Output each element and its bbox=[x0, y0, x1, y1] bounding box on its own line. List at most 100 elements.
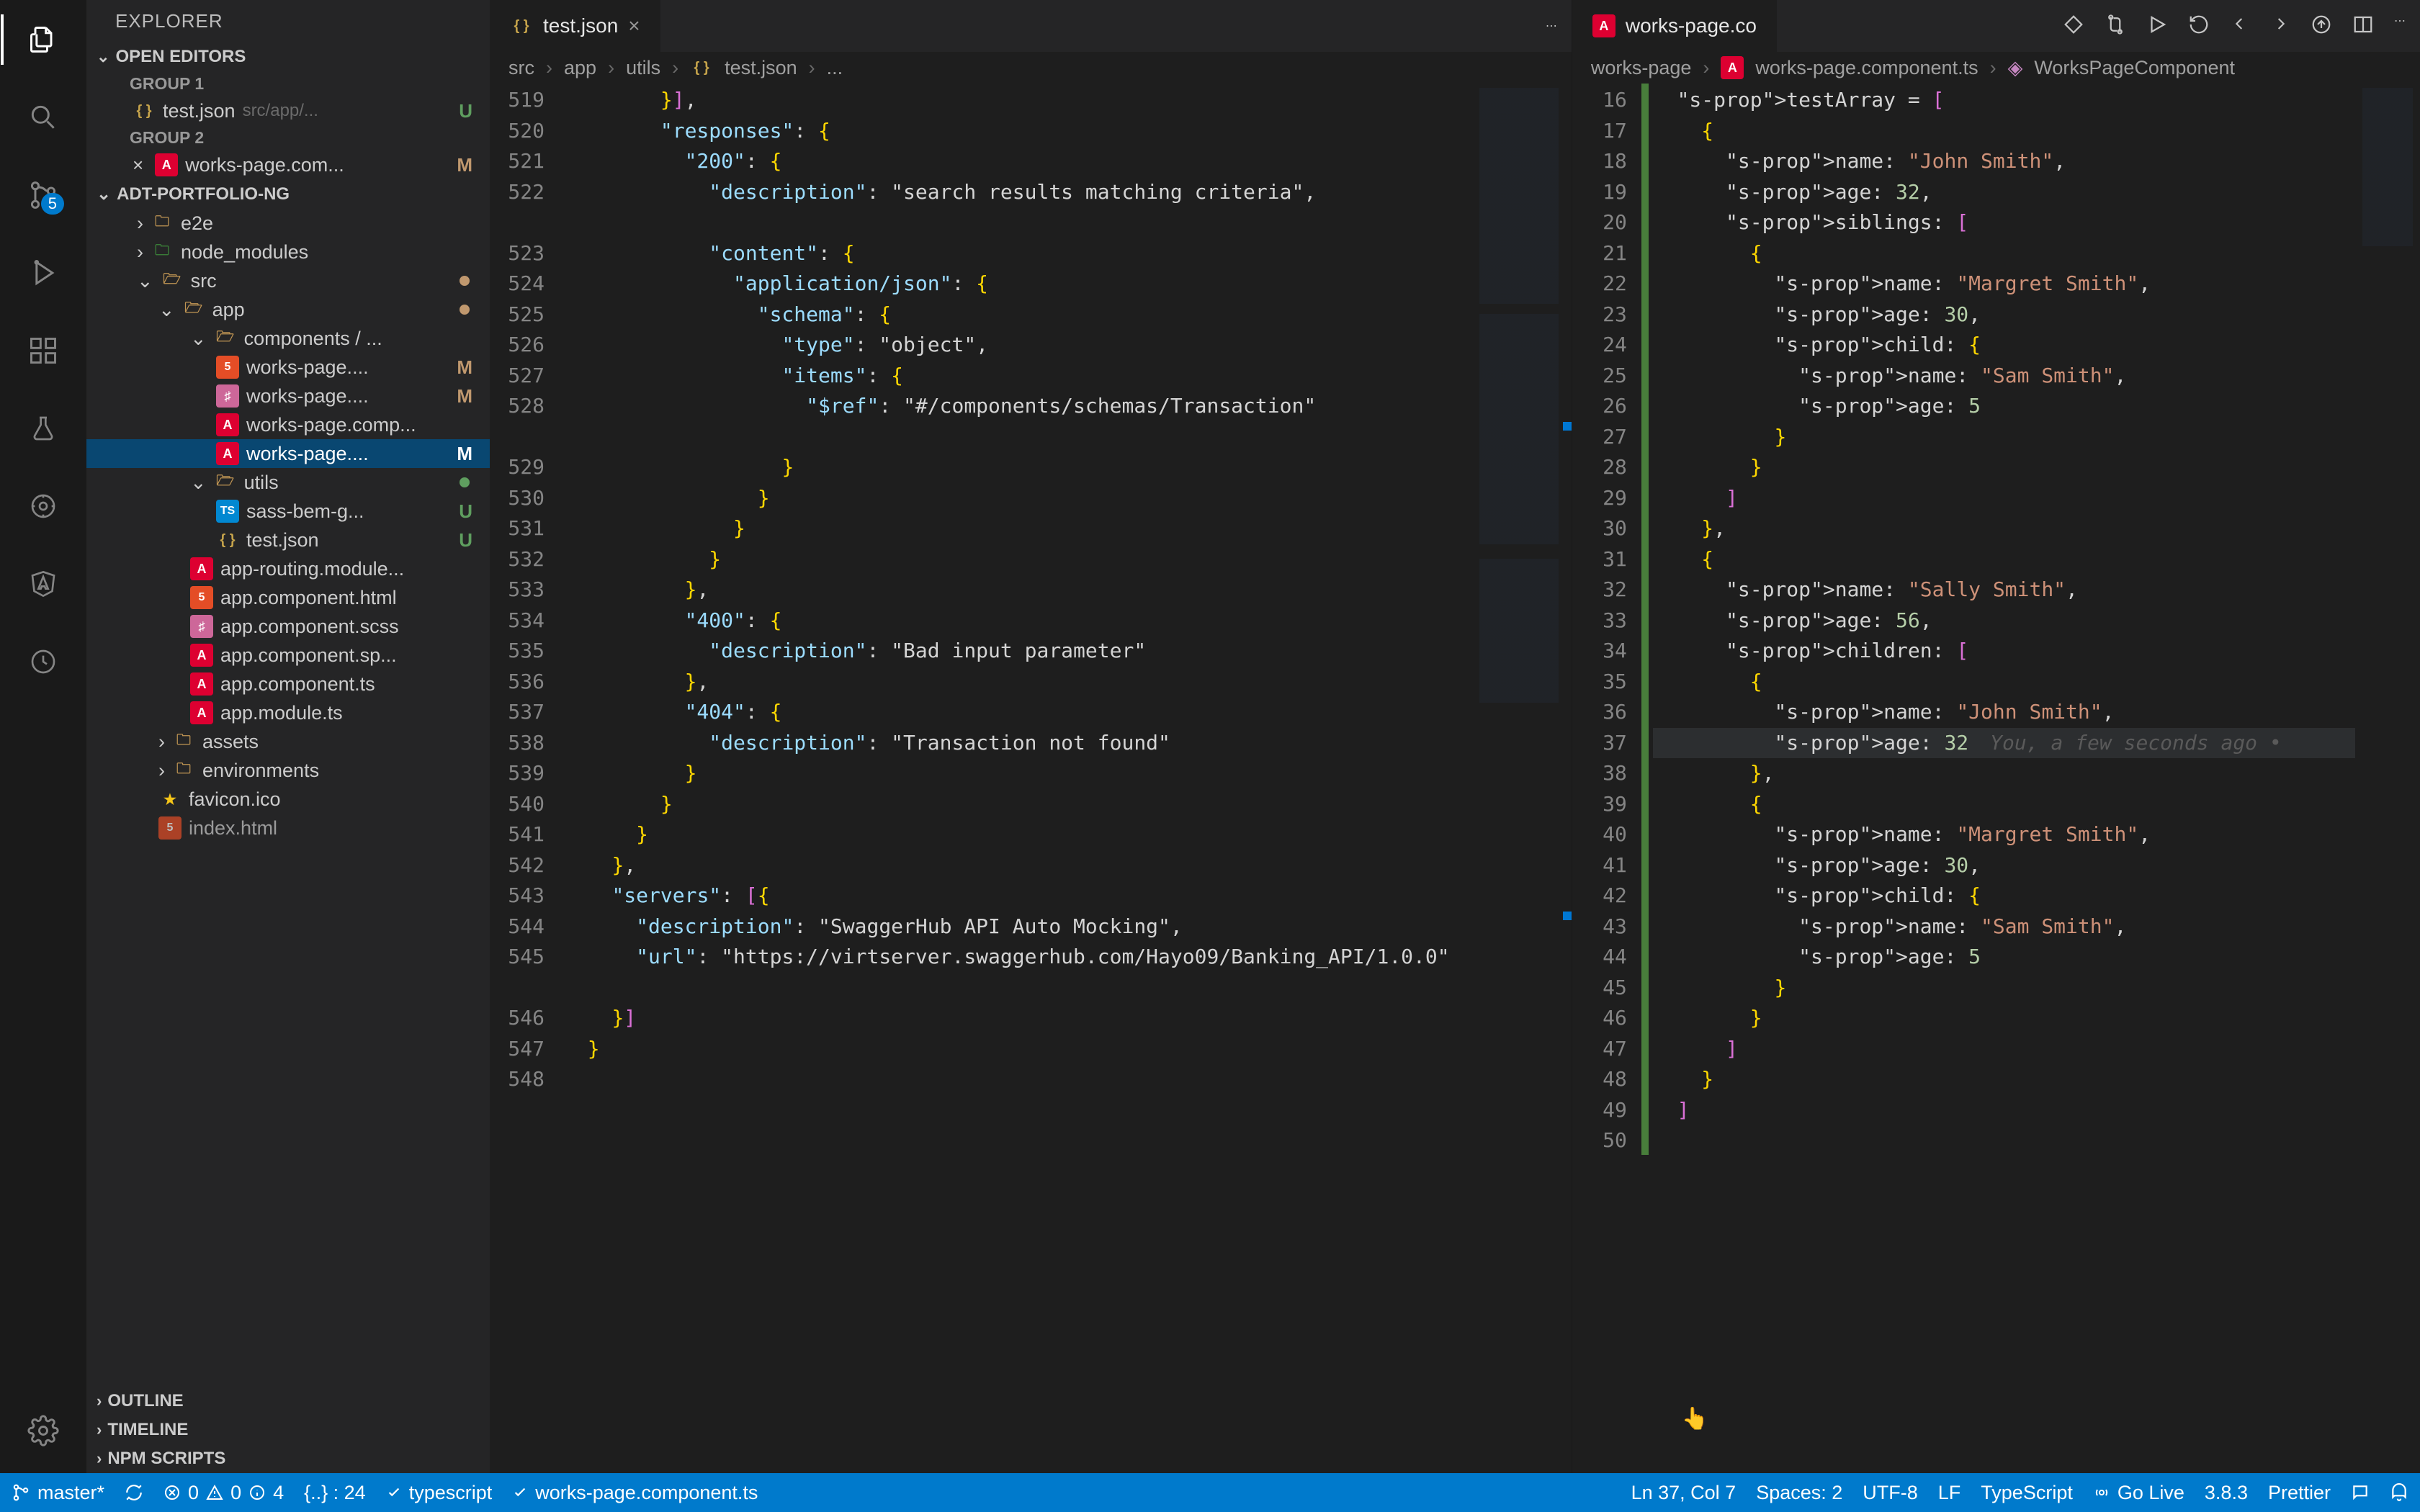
angular-icon[interactable] bbox=[18, 559, 68, 609]
git-compare-icon[interactable] bbox=[2105, 14, 2126, 39]
tree-folder-assets[interactable]: › 🗀 assets bbox=[86, 727, 490, 756]
open-editors-header[interactable]: ⌄ OPEN EDITORS bbox=[86, 42, 490, 71]
chevron-down-icon: ⌄ bbox=[97, 184, 111, 204]
tree-file[interactable]: A works-page.comp... bbox=[86, 410, 490, 439]
arrow-up-icon[interactable] bbox=[2311, 14, 2332, 39]
project-header[interactable]: ⌄ ADT-PORTFOLIO-NG bbox=[86, 179, 490, 209]
minimap-right[interactable] bbox=[2355, 84, 2420, 1473]
run-icon[interactable] bbox=[2146, 14, 2168, 39]
cursor-position[interactable]: Ln 37, Col 7 bbox=[1631, 1482, 1736, 1504]
tree-file[interactable]: 5 app.component.html bbox=[86, 583, 490, 612]
folder-icon: 🗀 bbox=[172, 730, 195, 753]
eol-status[interactable]: LF bbox=[1938, 1482, 1961, 1504]
branch-status[interactable]: master* bbox=[12, 1482, 104, 1504]
tree-file[interactable]: { } test.json U bbox=[86, 526, 490, 554]
open-editor-item[interactable]: { } test.json src/app/... U bbox=[86, 96, 490, 125]
chevron-down-icon: ⌄ bbox=[158, 299, 175, 321]
compare-icon[interactable] bbox=[2063, 14, 2084, 39]
npm-scripts-header[interactable]: › NPM SCRIPTS bbox=[86, 1444, 490, 1473]
file-status[interactable]: works-page.component.ts bbox=[512, 1482, 758, 1504]
tree-folder-utils[interactable]: ⌄ 🗁 utils bbox=[86, 468, 490, 497]
editor-pane-right: A works-page.co bbox=[1572, 0, 2420, 1473]
revert-icon[interactable] bbox=[2188, 14, 2210, 39]
chevron-down-icon: ⌄ bbox=[97, 48, 109, 66]
version-status[interactable]: 3.8.3 bbox=[2205, 1482, 2248, 1504]
chevron-right-icon: › bbox=[137, 241, 143, 264]
angular-file-icon: A bbox=[216, 413, 239, 436]
tree-file[interactable]: ♯ works-page.... M bbox=[86, 382, 490, 410]
tree-folder-e2e[interactable]: › 🗀 e2e bbox=[86, 209, 490, 238]
go-live-status[interactable]: Go Live bbox=[2093, 1482, 2184, 1504]
close-icon[interactable]: × bbox=[628, 14, 640, 37]
tree-file-selected[interactable]: A works-page.... M bbox=[86, 439, 490, 468]
settings-icon[interactable] bbox=[18, 1405, 68, 1456]
breadcrumb-left[interactable]: src› app› utils› { } test.json› ... bbox=[490, 52, 1572, 84]
tree-folder-app[interactable]: ⌄ 🗁 app bbox=[86, 295, 490, 324]
group-1-label: GROUP 1 bbox=[86, 71, 490, 96]
chevron-right-icon: › bbox=[158, 731, 165, 753]
tree-file[interactable]: A app-routing.module... bbox=[86, 554, 490, 583]
breadcrumb-right[interactable]: works-page› A works-page.component.ts› ◈… bbox=[1572, 52, 2420, 84]
split-editor-icon[interactable] bbox=[2352, 14, 2374, 39]
sync-status[interactable] bbox=[125, 1483, 143, 1502]
tree-folder-node-modules[interactable]: › 🗀 node_modules bbox=[86, 238, 490, 266]
problems-status[interactable]: 0 0 4 bbox=[163, 1482, 284, 1504]
more-icon[interactable]: ⋯ bbox=[2394, 14, 2406, 39]
language-status[interactable]: TypeScript bbox=[1981, 1482, 2073, 1504]
tree-file[interactable]: 5 works-page.... M bbox=[86, 353, 490, 382]
folder-icon: 🗀 bbox=[151, 240, 174, 264]
prev-change-icon[interactable] bbox=[2230, 14, 2250, 39]
tree-folder-src[interactable]: ⌄ 🗁 src bbox=[86, 266, 490, 295]
explorer-icon[interactable] bbox=[18, 14, 68, 65]
status-bar: master* 0 0 4 {..} : 24 typescript works… bbox=[0, 1473, 2420, 1512]
tab-works-page[interactable]: A works-page.co bbox=[1572, 0, 1777, 52]
code-editor-left[interactable]: 5195205215225235245255265275285295305315… bbox=[490, 84, 1572, 1473]
tree-file[interactable]: ♯ app.component.scss bbox=[86, 612, 490, 641]
next-change-icon[interactable] bbox=[2270, 14, 2290, 39]
feedback-icon[interactable] bbox=[2351, 1483, 2370, 1502]
tree-file[interactable]: TS sass-bem-g... U bbox=[86, 497, 490, 526]
modified-dot-icon bbox=[460, 276, 470, 286]
spaces-status[interactable]: Spaces: 2 bbox=[1756, 1482, 1842, 1504]
source-control-icon[interactable]: 5 bbox=[18, 170, 68, 220]
tree-file[interactable]: A app.component.ts bbox=[86, 670, 490, 698]
scss-file-icon: ♯ bbox=[216, 384, 239, 408]
folder-icon: 🗀 bbox=[172, 759, 195, 782]
extensions-icon[interactable] bbox=[18, 325, 68, 376]
tree-file[interactable]: A app.module.ts bbox=[86, 698, 490, 727]
close-icon[interactable]: × bbox=[133, 154, 143, 176]
encoding-status[interactable]: UTF-8 bbox=[1863, 1482, 1918, 1504]
untracked-dot-icon bbox=[460, 477, 470, 487]
timeline-header[interactable]: › TIMELINE bbox=[86, 1416, 490, 1444]
gitlens-icon[interactable] bbox=[18, 481, 68, 531]
prettier-status[interactable]: Prettier bbox=[2268, 1482, 2331, 1504]
group-2-label: GROUP 2 bbox=[86, 125, 490, 150]
tree-file[interactable]: 5 index.html bbox=[86, 814, 490, 842]
tab-test-json[interactable]: { } test.json × bbox=[490, 0, 660, 52]
code-editor-right[interactable]: 1617181920212223242526272829303132333435… bbox=[1572, 84, 2420, 1473]
html-file-icon: 5 bbox=[158, 816, 182, 840]
folder-icon: 🗁 bbox=[182, 298, 205, 321]
tree-folder-environments[interactable]: › 🗀 environments bbox=[86, 756, 490, 785]
bell-icon[interactable] bbox=[2390, 1483, 2408, 1502]
tree-file[interactable]: ★ favicon.ico bbox=[86, 785, 490, 814]
ts-file-icon: TS bbox=[216, 500, 239, 523]
modified-dot-icon bbox=[460, 305, 470, 315]
angular-file-icon: A bbox=[1592, 14, 1615, 37]
favicon-icon: ★ bbox=[158, 788, 182, 811]
search-icon[interactable] bbox=[18, 92, 68, 143]
more-icon[interactable]: ⋯ bbox=[1546, 19, 1557, 33]
open-editor-item[interactable]: × A works-page.com... M bbox=[86, 150, 490, 179]
flask-icon[interactable] bbox=[18, 403, 68, 454]
tree-file[interactable]: A app.component.sp... bbox=[86, 641, 490, 670]
timeline-icon[interactable] bbox=[18, 636, 68, 687]
debug-icon[interactable] bbox=[18, 248, 68, 298]
folder-icon: 🗀 bbox=[151, 212, 174, 235]
ts-status[interactable]: typescript bbox=[386, 1482, 493, 1504]
tree-folder-components[interactable]: ⌄ 🗁 components / ... bbox=[86, 324, 490, 353]
chevron-down-icon: ⌄ bbox=[137, 270, 153, 292]
minimap-left[interactable] bbox=[1472, 84, 1566, 1473]
outline-header[interactable]: › OUTLINE bbox=[86, 1387, 490, 1416]
json-icon: { } bbox=[133, 99, 156, 122]
brackets-status[interactable]: {..} : 24 bbox=[304, 1482, 366, 1504]
